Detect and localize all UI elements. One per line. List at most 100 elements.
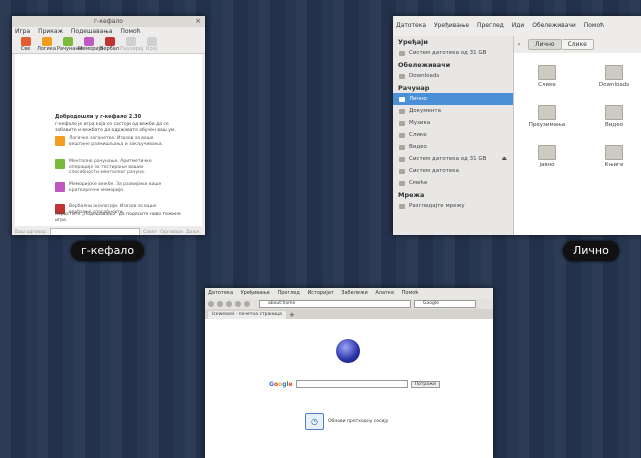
menu-item-bookmarks[interactable]: Забележи — [341, 290, 367, 296]
game-window-titlebar: г-кефало × — [12, 16, 205, 27]
menu-item-help[interactable]: Помоћ — [584, 22, 604, 29]
calculation-icon — [55, 159, 65, 169]
search-field[interactable]: Google — [414, 300, 476, 308]
game-answer-bar: Ваш одговор: Савет Одговори Даље — [12, 226, 205, 235]
eject-icon[interactable]: ⏏ — [502, 153, 507, 165]
tab-home[interactable]: Iceweasel - почетна страница — [208, 311, 286, 319]
folder-icon — [538, 65, 556, 80]
sidebar-heading-network: Мрежа — [398, 191, 425, 199]
folder-item-downloads[interactable]: Downloads — [592, 65, 636, 88]
chevron-left-icon[interactable]: ‹ — [514, 41, 524, 48]
welcome-intro: г-кефало је игра која се састоји од вежб… — [55, 122, 176, 133]
logic-icon — [41, 37, 52, 46]
menu-item-help[interactable]: Помоћ — [120, 28, 140, 35]
search-button[interactable]: Потражи — [410, 380, 440, 388]
menu-item-game[interactable]: Игра — [15, 28, 30, 35]
tip-button[interactable]: Савет — [143, 230, 157, 235]
menu-item-view[interactable]: Прикаж — [38, 28, 63, 35]
toolbar-verbal-button[interactable]: Вербал — [99, 36, 120, 53]
answer-button[interactable]: Одговори — [160, 230, 183, 235]
folder-icon — [538, 145, 556, 160]
browser-window-thumbnail[interactable]: Датотека Уређивање Преглед Историјат Заб… — [205, 288, 493, 458]
close-icon[interactable]: × — [195, 16, 201, 27]
game-menubar: Игра Прикаж Подешавања Помоћ — [12, 27, 205, 36]
restore-session-link[interactable]: ◷ Обнови претходну сесију — [305, 413, 388, 430]
game-window-caption[interactable]: г-кефало — [71, 241, 145, 261]
sidebar-item-documents[interactable]: Документа — [393, 105, 513, 117]
new-tab-icon[interactable]: + — [289, 311, 295, 319]
game-window-title: г-кефало — [94, 18, 123, 25]
menu-item-file[interactable]: Датотека — [208, 290, 233, 296]
folder-icon — [399, 132, 405, 138]
path-crumb-home[interactable]: Лично — [528, 39, 562, 50]
calculation-icon — [62, 37, 73, 46]
menu-item-go[interactable]: Иди — [512, 22, 525, 29]
menu-item-help[interactable]: Помоћ — [402, 290, 419, 296]
next-button[interactable]: Даље — [186, 230, 199, 235]
path-crumb-pictures[interactable]: Слике — [561, 39, 594, 50]
sidebar-item-trash[interactable]: Смеће — [393, 177, 513, 189]
toolbar-memory-button[interactable]: Меморија — [78, 36, 103, 53]
answer-input[interactable] — [50, 227, 141, 235]
folder-item-preuzimanja[interactable]: Преузимања — [525, 105, 569, 128]
files-window-caption[interactable]: Лично — [563, 241, 619, 261]
toolbar-calculation-button[interactable]: Рачунање — [57, 36, 83, 53]
browser-menubar: Датотека Уређивање Преглед Историјат Заб… — [205, 288, 493, 299]
sidebar-item-music[interactable]: Музика — [393, 117, 513, 129]
puzzle-icon — [20, 37, 31, 46]
menu-item-file[interactable]: Датотека — [396, 22, 426, 29]
home-icon[interactable] — [244, 301, 250, 307]
menu-item-view[interactable]: Преглед — [477, 22, 504, 29]
toolbar-all-button[interactable]: Све — [15, 36, 36, 53]
stop-icon[interactable] — [235, 301, 241, 307]
game-window-thumbnail[interactable]: г-кефало × Игра Прикаж Подешавања Помоћ … — [12, 16, 205, 235]
path-bar: ‹ Лично Слике — [514, 36, 641, 53]
answer-label: Ваш одговор: — [15, 229, 48, 235]
sidebar-item-home[interactable]: Лично — [393, 93, 513, 105]
menu-item-tools[interactable]: Алатке — [375, 290, 394, 296]
sidebar-item-filesystem[interactable]: Систем датотека — [393, 165, 513, 177]
back-icon[interactable] — [208, 301, 214, 307]
folder-item-public[interactable]: јавно — [525, 145, 569, 168]
folder-item-books[interactable]: Књиге — [592, 145, 636, 168]
url-field[interactable]: about:home — [259, 300, 411, 308]
home-folder-icon — [399, 96, 405, 102]
reload-icon[interactable] — [226, 301, 232, 307]
menu-item-edit[interactable]: Уређивање — [434, 22, 469, 29]
stop-icon — [146, 37, 157, 46]
toolbar-stop-button[interactable]: Крај — [141, 36, 162, 53]
folder-icon — [538, 105, 556, 120]
sidebar-item-videos[interactable]: Видео — [393, 141, 513, 153]
pause-icon — [125, 37, 136, 46]
category-logic: Логичке загонетке. Изазов за ваше вештин… — [55, 136, 174, 147]
sidebar-item-pictures[interactable]: Слике — [393, 129, 513, 141]
folder-item-videos[interactable]: Видео — [592, 105, 636, 128]
trash-icon — [399, 180, 405, 186]
sidebar-item-browse-network[interactable]: Разгледајте мрежу — [393, 200, 513, 212]
iceweasel-logo-icon — [336, 339, 360, 363]
menu-item-bookmarks[interactable]: Обележивачи — [532, 22, 576, 29]
forward-icon[interactable] — [217, 301, 223, 307]
drive-icon — [399, 156, 405, 162]
toolbar-logic-button[interactable]: Логика — [36, 36, 57, 53]
browser-tabbar: Iceweasel - почетна страница + — [205, 309, 493, 319]
folder-icon — [605, 65, 623, 80]
verbal-icon — [104, 37, 115, 46]
logic-icon — [55, 136, 65, 146]
game-welcome-area: Добродошли у г-кефало 2.30 г-кефало је и… — [15, 54, 202, 226]
folder-item-pictures[interactable]: Слике — [525, 65, 569, 88]
files-window-thumbnail[interactable]: Датотека Уређивање Преглед Иди Обележива… — [393, 16, 641, 235]
sidebar-heading-computer: Рачунар — [398, 84, 430, 92]
toolbar-pause-button[interactable]: Паузирај — [120, 36, 143, 53]
google-search-input[interactable] — [295, 380, 408, 388]
sidebar-item-filesystem-31gb-2[interactable]: Систем датотека од 31 GB ⏏ — [393, 153, 513, 165]
menu-item-history[interactable]: Историјат — [307, 290, 333, 296]
welcome-heading: Добродошли у г-кефало 2.30 — [55, 114, 142, 120]
sidebar-item-downloads[interactable]: Downloads — [393, 70, 513, 82]
menu-item-settings[interactable]: Подешавања — [71, 28, 112, 35]
sidebar-item-filesystem-31gb[interactable]: Систем датотека од 31 GB — [393, 47, 513, 59]
category-calculation: Ментално рачунање. Аритметичке операције… — [55, 159, 174, 176]
menu-item-view[interactable]: Преглед — [277, 290, 299, 296]
desktop-overview: { "game_window": { "title": "г-кефало", … — [0, 0, 641, 458]
menu-item-edit[interactable]: Уређивање — [241, 290, 270, 296]
